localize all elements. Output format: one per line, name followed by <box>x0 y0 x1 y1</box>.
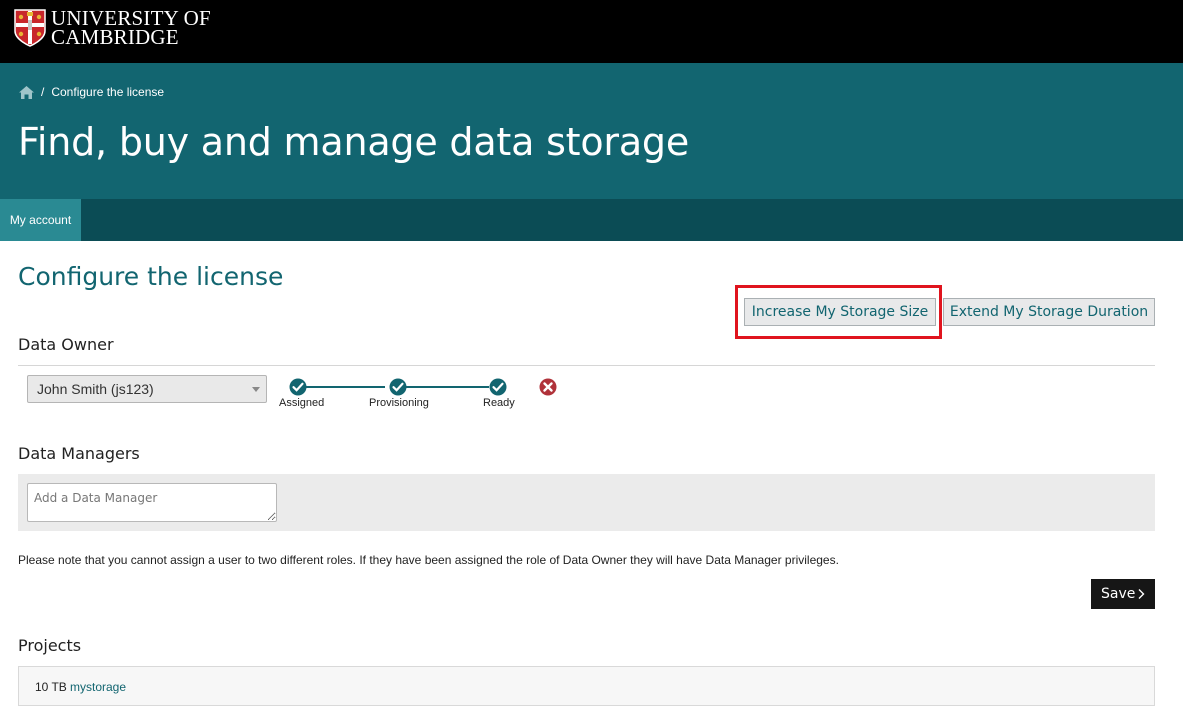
check-circle-icon <box>489 378 507 396</box>
status-progress: Assigned Provisioning Ready <box>275 377 575 411</box>
save-button[interactable]: Save <box>1091 579 1155 609</box>
university-logo[interactable]: UNIVERSITY OF CAMBRIDGE <box>14 8 211 49</box>
chevron-down-icon <box>252 387 260 392</box>
breadcrumb-current: Configure the license <box>51 85 165 99</box>
list-item: 10 TB mystorage <box>18 666 1155 706</box>
top-bar: UNIVERSITY OF CAMBRIDGE <box>0 0 1183 63</box>
data-owner-select[interactable]: John Smith (js123) <box>27 375 267 403</box>
extend-storage-duration-button[interactable]: Extend My Storage Duration <box>943 298 1155 326</box>
breadcrumb-separator: / <box>41 85 45 99</box>
page-banner: / Configure the license Find, buy and ma… <box>0 63 1183 199</box>
data-managers-heading: Data Managers <box>18 444 140 463</box>
add-data-manager-input[interactable] <box>27 483 277 522</box>
logo-line-2: CAMBRIDGE <box>51 25 179 49</box>
section-title: Configure the license <box>18 262 284 291</box>
home-icon[interactable] <box>19 85 34 99</box>
crest-icon <box>14 9 46 47</box>
close-circle-icon[interactable] <box>539 378 557 396</box>
chevron-right-icon <box>1138 589 1145 599</box>
projects-heading: Projects <box>18 636 82 655</box>
check-circle-icon <box>389 378 407 396</box>
project-link[interactable]: mystorage <box>70 680 126 694</box>
main-nav: My account <box>0 199 1183 241</box>
check-circle-icon <box>289 378 307 396</box>
progress-line <box>298 386 385 388</box>
data-owner-selected-value: John Smith (js123) <box>37 381 154 397</box>
save-button-label: Save <box>1101 586 1136 602</box>
data-owner-heading: Data Owner <box>18 335 114 354</box>
page-title: Find, buy and manage data storage <box>18 120 690 164</box>
step-label-provisioning: Provisioning <box>369 397 429 409</box>
step-label-ready: Ready <box>483 397 515 409</box>
tab-my-account[interactable]: My account <box>0 199 81 241</box>
increase-storage-size-button[interactable]: Increase My Storage Size <box>744 298 936 326</box>
project-size: 10 TB <box>35 680 67 694</box>
step-label-assigned: Assigned <box>279 397 325 409</box>
roles-note: Please note that you cannot assign a use… <box>18 553 839 567</box>
section-divider <box>18 365 1155 366</box>
progress-line <box>399 386 489 388</box>
breadcrumb: / Configure the license <box>19 85 164 99</box>
